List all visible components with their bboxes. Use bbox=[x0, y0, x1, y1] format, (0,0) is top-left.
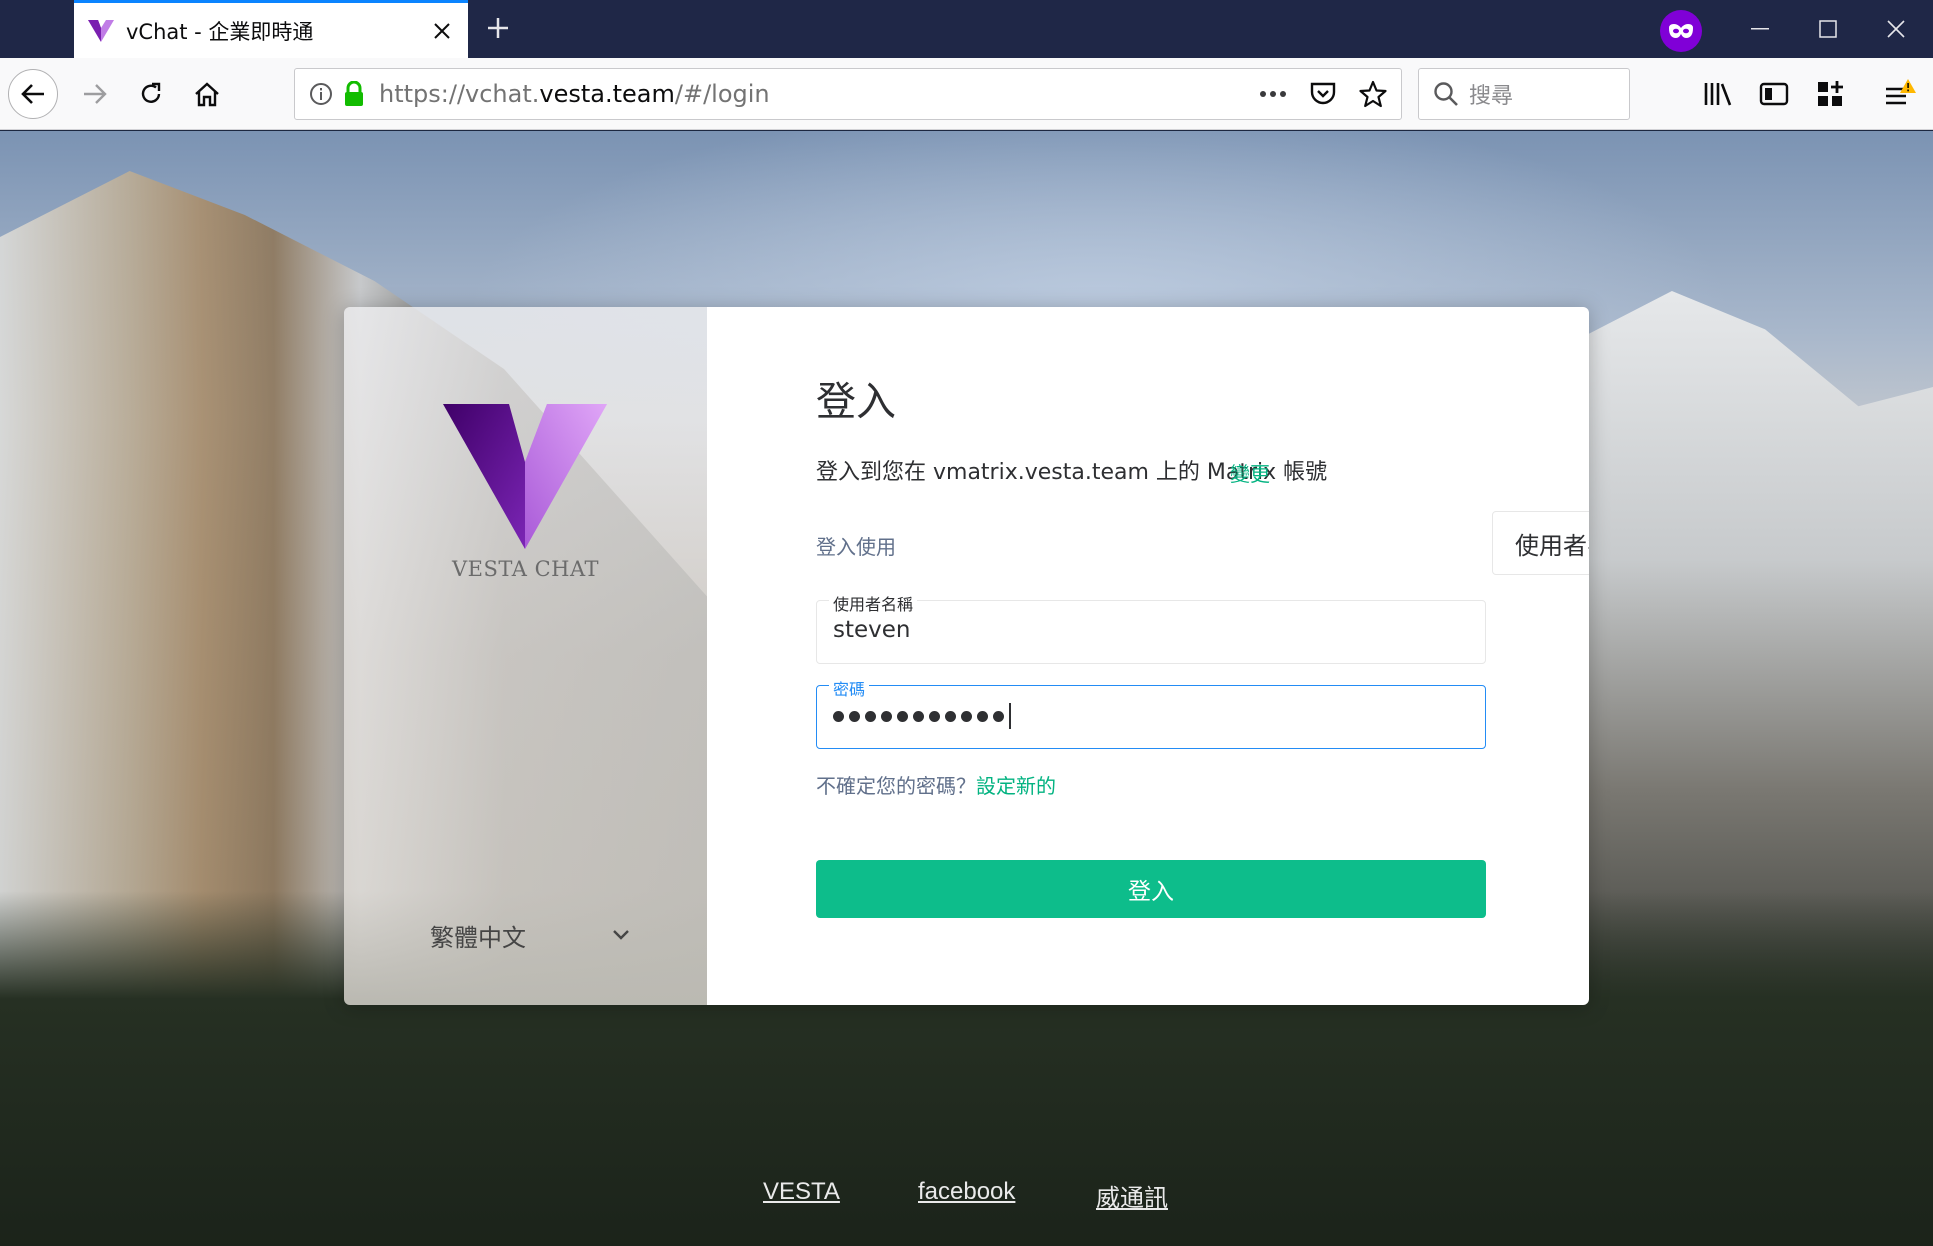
page-actions-icon[interactable] bbox=[1259, 90, 1287, 98]
browser-tab[interactable]: vChat - 企業即時通 bbox=[74, 0, 468, 58]
login-title: 登入 bbox=[816, 379, 896, 425]
minimize-icon[interactable] bbox=[1732, 0, 1788, 58]
login-card: VESTA CHAT 繁體中文 登入 登入到您在 vmatrix.vesta.t… bbox=[344, 307, 1589, 1005]
home-button[interactable] bbox=[182, 69, 232, 119]
login-panel: 登入 登入到您在 vmatrix.vesta.team 上的 Matrix 帳號… bbox=[707, 307, 1589, 1005]
language-selected: 繁體中文 bbox=[430, 923, 526, 952]
reload-button[interactable] bbox=[126, 69, 176, 119]
login-submit-button[interactable]: 登入 bbox=[816, 860, 1486, 918]
forward-button[interactable] bbox=[70, 69, 120, 119]
brand-name: VESTA CHAT bbox=[452, 557, 599, 581]
menu-icon[interactable] bbox=[1878, 72, 1922, 116]
login-type-select[interactable]: 使用者名稱 bbox=[1492, 511, 1589, 575]
reset-password-link[interactable]: 設定新的 bbox=[976, 774, 1056, 798]
password-field[interactable]: 密碼 bbox=[816, 676, 1486, 749]
pocket-icon[interactable] bbox=[1309, 81, 1337, 107]
login-type-value: 使用者名稱 bbox=[1515, 531, 1589, 560]
username-label: 使用者名稱 bbox=[829, 591, 918, 615]
private-browsing-icon bbox=[1660, 10, 1702, 52]
username-value: steven bbox=[833, 617, 911, 643]
tab-close-icon[interactable] bbox=[422, 11, 462, 51]
search-placeholder: 搜尋 bbox=[1469, 84, 1514, 109]
extensions-grid-icon[interactable] bbox=[1808, 72, 1852, 116]
sidebar-toggle-icon[interactable] bbox=[1752, 72, 1796, 116]
browser-titlebar: vChat - 企業即時通 bbox=[0, 0, 1933, 58]
maximize-icon[interactable] bbox=[1800, 0, 1856, 58]
brand-panel: VESTA CHAT 繁體中文 bbox=[344, 307, 707, 1005]
tab-title: vChat - 企業即時通 bbox=[126, 19, 314, 44]
text-cursor bbox=[1009, 703, 1011, 729]
vchat-favicon-icon bbox=[88, 19, 114, 42]
browser-navbar: https://vchat.vesta.team/#/login 搜尋 bbox=[0, 58, 1933, 130]
language-select[interactable]: 繁體中文 bbox=[430, 913, 630, 957]
footer-links: VESTA facebook 威通訊 bbox=[0, 1178, 1933, 1218]
url-text[interactable]: https://vchat.vesta.team/#/login bbox=[379, 80, 770, 108]
footer-link-vesta[interactable]: VESTA bbox=[763, 1178, 840, 1206]
login-with-label: 登入使用 bbox=[816, 535, 896, 559]
footer-link-company[interactable]: 威通訊 bbox=[1096, 1178, 1168, 1213]
close-window-icon[interactable] bbox=[1868, 0, 1924, 58]
forgot-password-text: 不確定您的密碼？設定新的 bbox=[816, 774, 1056, 798]
new-tab-icon[interactable] bbox=[478, 8, 518, 48]
site-info-icon[interactable] bbox=[309, 82, 333, 106]
vesta-logo-icon bbox=[443, 404, 607, 549]
username-field[interactable]: 使用者名稱 steven bbox=[816, 591, 1486, 664]
back-button[interactable] bbox=[8, 69, 58, 119]
password-label: 密碼 bbox=[829, 676, 870, 700]
search-icon bbox=[1434, 82, 1458, 106]
change-server-link[interactable]: 變更 bbox=[1230, 458, 1270, 487]
footer-link-facebook[interactable]: facebook bbox=[918, 1178, 1015, 1206]
chevron-down-icon bbox=[613, 930, 629, 940]
bookmark-star-icon[interactable] bbox=[1359, 80, 1387, 108]
url-bar[interactable]: https://vchat.vesta.team/#/login bbox=[294, 68, 1402, 120]
secure-lock-icon[interactable] bbox=[343, 81, 365, 107]
password-value bbox=[833, 703, 1011, 729]
library-icon[interactable] bbox=[1696, 72, 1740, 116]
search-bar[interactable]: 搜尋 bbox=[1418, 68, 1630, 120]
